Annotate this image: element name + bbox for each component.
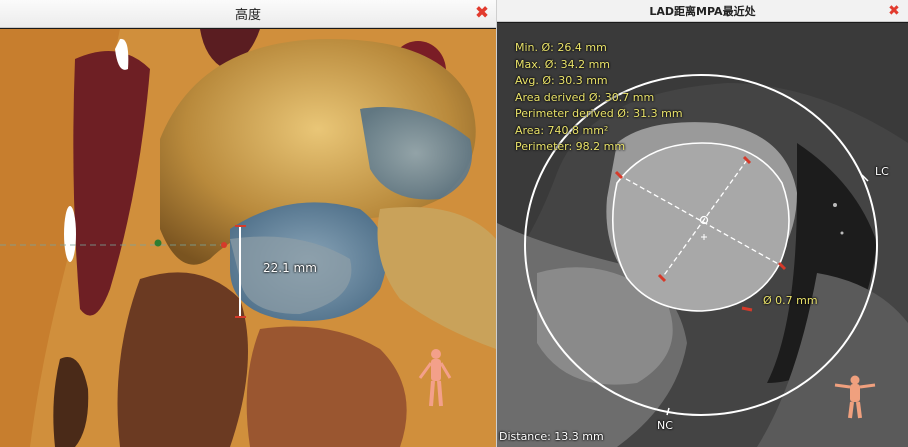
right-panel-title: LAD距离MPA最近处 <box>649 4 756 18</box>
left-view-panel: 高度 ✖ 22.1 mm <box>0 0 496 447</box>
stat-area-derived-diameter: Area derived Ø: 30.7 mm <box>515 90 655 104</box>
height-measurement-label: 22.1 mm <box>263 261 317 275</box>
stat-max-diameter: Max. Ø: 34.2 mm <box>515 57 611 71</box>
close-icon[interactable]: ✖ <box>474 5 490 22</box>
stat-perimeter-derived-diameter: Perimeter derived Ø: 31.3 mm <box>515 107 683 120</box>
measurement-stats: Min. Ø: 26.4 mm Max. Ø: 34.2 mm Avg. Ø: … <box>515 40 683 156</box>
stat-min-diameter: Min. Ø: 26.4 mm <box>515 41 607 54</box>
left-panel-title: 高度 <box>234 8 261 23</box>
right-panel-titlebar: LAD距离MPA最近处 ✖ <box>497 0 908 22</box>
3d-render-viewport[interactable]: 22.1 mm <box>0 29 496 447</box>
stat-area: Area: 740.8 mm² <box>515 123 609 137</box>
right-view-panel: LAD距离MPA最近处 ✖ Min. Ø: 26.4 mm Max. Ø: 34… <box>497 0 908 447</box>
left-panel-titlebar: 高度 ✖ <box>0 0 496 28</box>
stat-avg-diameter: Avg. Ø: 30.3 mm <box>515 74 608 87</box>
offset-diameter-label: Ø 0.7 mm <box>763 294 818 307</box>
stat-perimeter: Perimeter: 98.2 mm <box>515 140 626 153</box>
ct-slice-viewport[interactable]: Min. Ø: 26.4 mm Max. Ø: 34.2 mm Avg. Ø: … <box>497 23 908 447</box>
distance-label: Distance: 13.3 mm <box>499 430 604 443</box>
3d-anatomy-render <box>0 29 496 447</box>
lc-label: LC <box>875 165 889 178</box>
nc-label: NC <box>657 419 673 432</box>
close-icon[interactable]: ✖ <box>886 3 902 19</box>
